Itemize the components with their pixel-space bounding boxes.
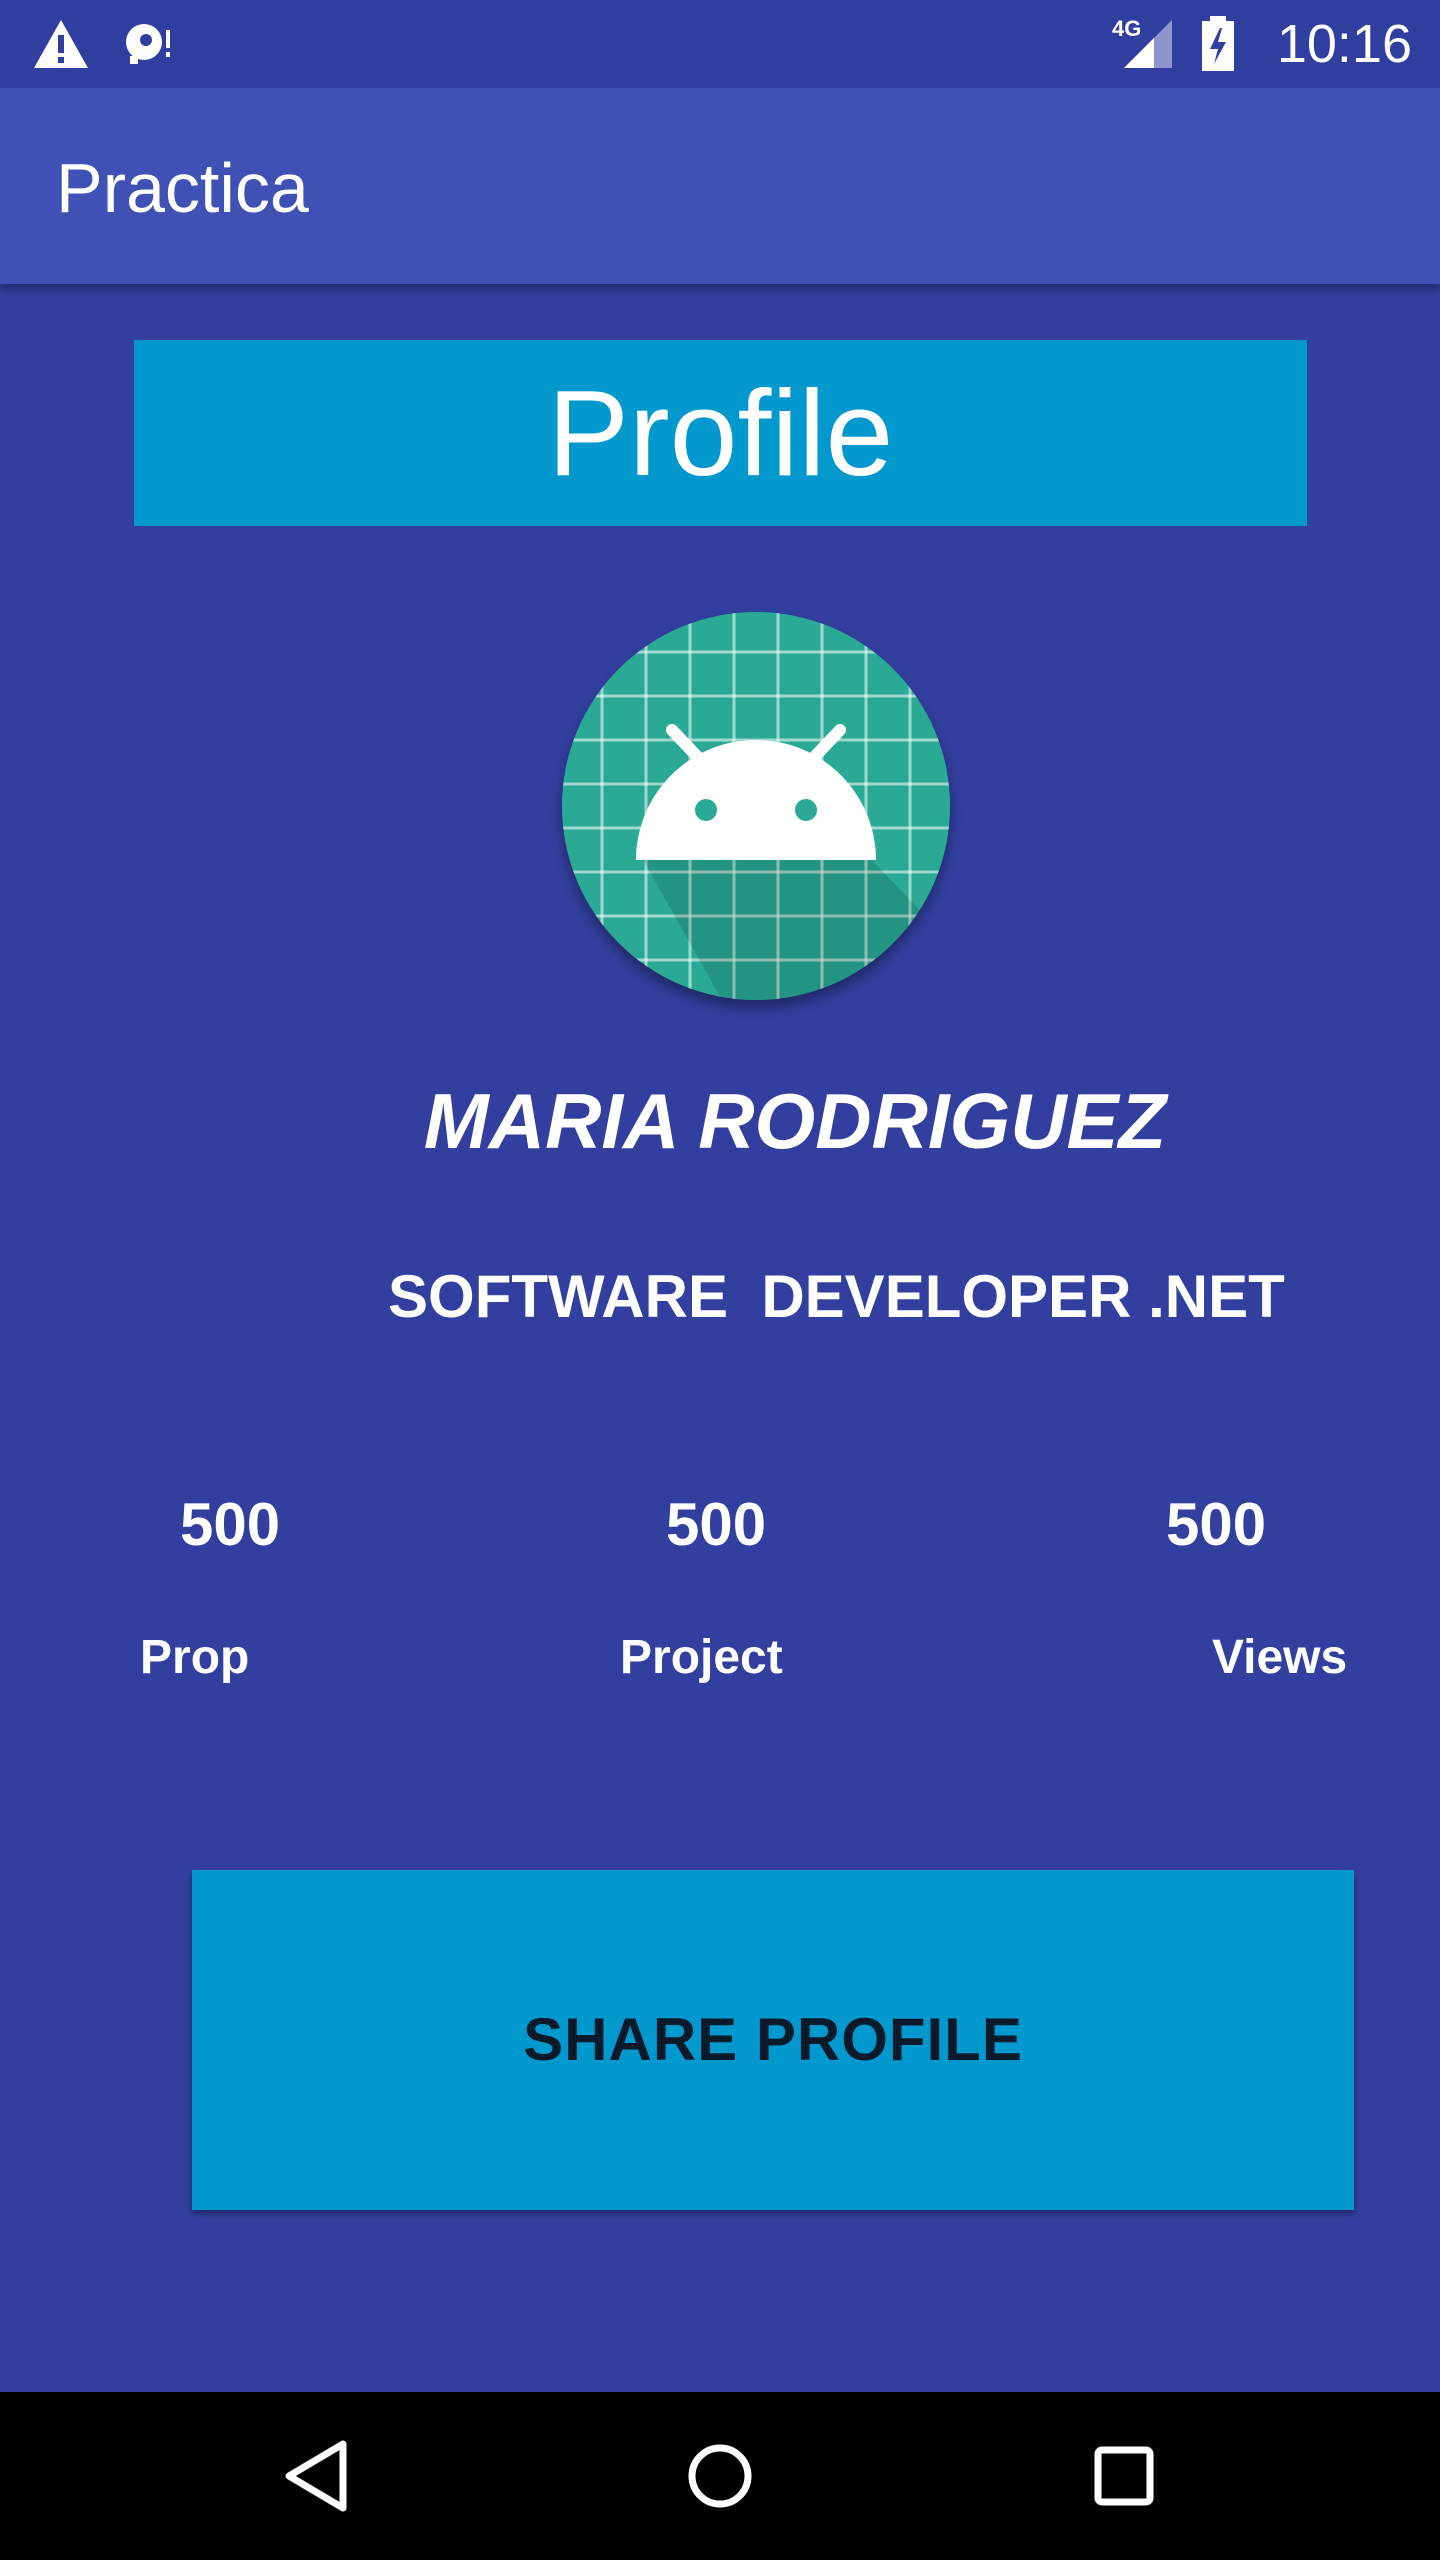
- stat-prop-label: Prop: [140, 1631, 250, 1684]
- profile-role: SOFTWARE DEVELOPER .NET: [388, 1263, 1285, 1330]
- status-left-icons: [34, 18, 174, 70]
- stat-views-label: Views: [1212, 1631, 1348, 1684]
- avatar: [562, 612, 950, 1000]
- back-button[interactable]: [266, 2426, 366, 2526]
- stat-views-value: 500: [1166, 1491, 1267, 1558]
- navigation-bar: [0, 2392, 1440, 2560]
- network-label: 4G: [1112, 16, 1142, 41]
- android-robot-icon: [562, 612, 950, 1000]
- profile-name: MARIA RODRIGUEZ: [423, 1077, 1167, 1165]
- battery-charging-icon: [1202, 16, 1234, 71]
- share-profile-label: SHARE PROFILE: [523, 2006, 1023, 2073]
- sd-card-alert-icon: [126, 24, 170, 64]
- stat-prop-value: 500: [180, 1491, 281, 1558]
- app-bar: Practica: [0, 88, 1440, 284]
- profile-header-label: Profile: [547, 365, 894, 501]
- profile-header: Profile: [134, 340, 1307, 526]
- status-right: 4G 10:16: [1112, 0, 1412, 88]
- status-bar: 4G 10:16: [0, 0, 1440, 88]
- stat-project-value: 500: [666, 1491, 767, 1558]
- recents-button[interactable]: [1074, 2426, 1174, 2526]
- status-time: 10:16: [1276, 14, 1412, 74]
- share-profile-button[interactable]: SHARE PROFILE: [192, 1870, 1354, 2210]
- notification-icons: [34, 20, 170, 68]
- stat-project-label: Project: [620, 1631, 783, 1684]
- app-title: Practica: [56, 149, 309, 227]
- home-icon: [688, 2444, 752, 2508]
- screen: 4G 10:16 Practica Profile MARIA RODRIGUE…: [0, 0, 1440, 2560]
- recents-icon: [1094, 2446, 1154, 2506]
- home-button[interactable]: [670, 2426, 770, 2526]
- warning-icon: [34, 20, 88, 68]
- back-icon: [285, 2440, 347, 2512]
